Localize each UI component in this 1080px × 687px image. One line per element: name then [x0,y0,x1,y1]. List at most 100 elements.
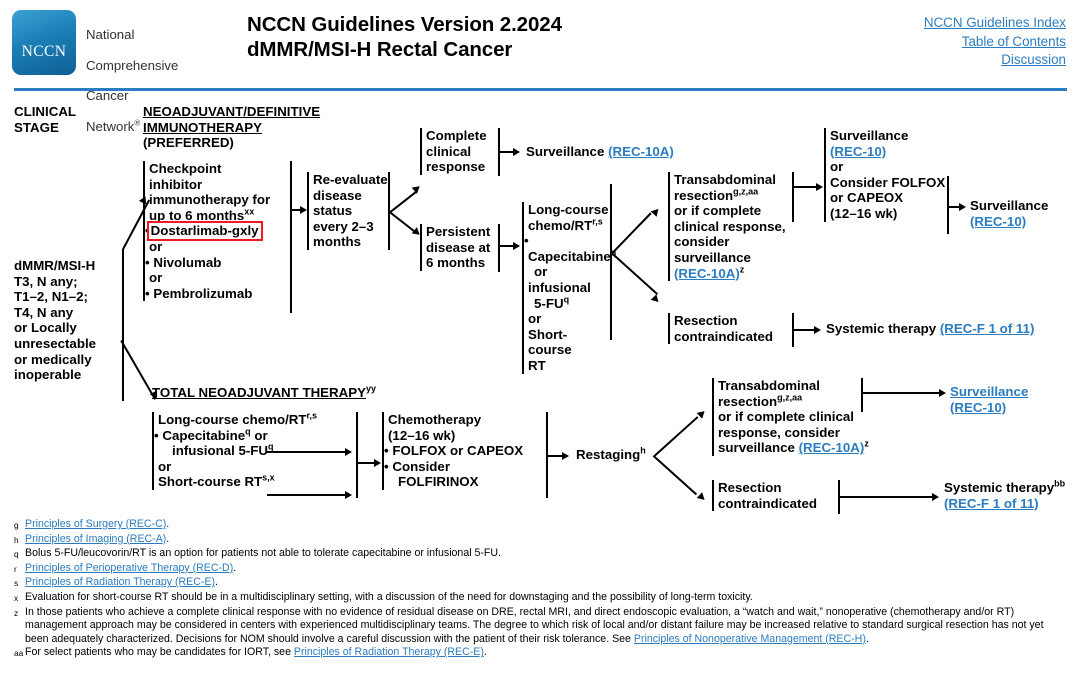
longcourse-line-3: Short-course [528,326,572,358]
lc-branch-down [610,252,659,295]
link-surveillance-tnt-label[interactable]: Surveillance [950,384,1028,399]
drug-nivolumab: Nivolumab [153,254,222,270]
conn-tnt-lc-a-arrow [345,448,352,456]
footnote-span: . [166,532,170,545]
chemo-folfirinox: FOLFIRINOX [398,474,479,490]
checkpoint-right-bar [290,161,292,313]
footnote-link[interactable]: Principles of Radiation Therapy (REC-E) [294,646,484,658]
footnote-link[interactable]: Principles of Nonoperative Management (R… [634,633,866,645]
link-rec-10-tnt[interactable]: (REC-10) [950,400,1006,415]
footnote-link[interactable]: Principles of Surgery (REC-C) [25,518,166,530]
persistent-right-bar [498,224,500,272]
or-1: or [149,238,163,254]
chemo-line-1: Chemotherapy [388,412,482,427]
link-rec-10-folfox[interactable]: (REC-10) [830,144,886,159]
transab-line-2: resection [674,187,734,203]
link-rec-f-1of11-tnt[interactable]: (REC-F 1 of 11) [944,496,1039,511]
link-table-of-contents[interactable]: Table of Contents [924,33,1066,52]
highlight-dostarlimab[interactable]: Dostarlimab-gxly [146,221,263,241]
tnt-transab-line-5: surveillance [718,440,795,456]
node-surveillance-final: Surveillance (REC-10) [970,198,1048,229]
tnt-lc-or: or [158,458,172,474]
footnote-text: Evaluation for short-course RT should be… [25,591,1070,605]
surv-folfox-line-2: Consider FOLFOX [830,174,946,190]
tnt-transab-link-footnote-z: z [864,438,869,449]
longcourse-footnote-rs: r,s [592,216,603,227]
footnote-z: z In those patients who achieve a complet… [14,606,1070,647]
transab-line-6: surveillance [674,249,751,265]
registered-mark: ® [134,118,141,128]
link-rec-10a-transab[interactable]: (REC-10A) [674,266,740,281]
footnote-h: h Principles of Imaging (REC-A). [14,533,1070,548]
conn-folfox-surveillance [949,206,959,208]
longcourse-infusional: or infusional [528,264,591,295]
conn-tnt-lc-b [267,494,345,496]
lc-branch-down-arrow [650,294,662,305]
conn-chemo-restaging-arrow [562,452,569,460]
footnote-span: For select patients who may be candidate… [25,646,294,659]
tnt-lc-sc-footnote-sx: s,x [262,472,275,483]
transab-right-bar [792,172,794,222]
guideline-page: NCCN National Comprehensive Cancer Netwo… [0,0,1080,687]
drug-pembrolizumab: Pembrolizumab [153,285,253,301]
link-guidelines-index[interactable]: NCCN Guidelines Index [924,14,1066,33]
link-rec-10a-top[interactable]: (REC-10A) [608,144,674,159]
restaging-footnote-h: h [640,445,646,456]
org-line-4: Network [86,119,135,135]
or-2: or [149,270,163,286]
longcourse-capecitabine: Capecitabine [528,248,611,264]
tnt-lc-cap-tail: or [250,427,268,443]
tnt-lc-line-1: Long-course chemo/RT [158,412,307,427]
title-line-2: dMMR/MSI-H Rectal Cancer [247,38,513,61]
footnote-text: Principles of Perioperative Therapy (REC… [25,562,1070,576]
conn-tnt-resection-systemic-arrow [932,493,939,501]
longcourse-5fu: 5-FU [534,295,564,311]
drug-dostarlimab: Dostarlimab-gxly [150,223,259,239]
footnote-marker: s [14,578,19,589]
surv-folfox-line-1: Surveillance [830,128,909,143]
node-reevaluate-disease: Re-evaluate disease status every 2–3 mon… [307,172,388,250]
conn-resection-systemic-arrow [814,326,821,334]
longcourse-line-4: RT [528,357,546,373]
conn-transab-folfox-arrow [816,183,823,191]
tnt-header-label: TOTAL NEOADJUVANT THERAPY [152,385,366,400]
footnote-span: . [233,561,237,574]
conn-tnt-resection-systemic [840,496,932,498]
neoadjuvant-header-line-2: IMMUNOTHERAPY [143,119,262,135]
systemic-top-label: Systemic therapy [826,321,937,336]
footnote-text: Principles of Radiation Therapy (REC-E). [25,576,1070,590]
conn-ccr-surveillance-arrow [513,148,520,156]
footnote-link[interactable]: Principles of Radiation Therapy (REC-E) [25,576,215,588]
tnt-lc-right-bar [356,412,358,498]
page-title: NCCN Guidelines Version 2.2024 dMMR/MSI-… [247,12,562,62]
footnote-text: Principles of Imaging (REC-A). [25,533,1070,547]
footnote-marker: r [14,563,17,574]
footnote-link[interactable]: Principles of Perioperative Therapy (REC… [25,562,233,574]
tnt-lc-shortcourse: Short-course RT [158,474,263,490]
link-discussion[interactable]: Discussion [924,51,1066,70]
node-resection-contraindicated-upper: Resection contraindicated [668,313,792,345]
link-rec-10a-tnt[interactable]: (REC-10A) [799,440,865,455]
tnt-systemic-label: Systemic therapy [944,480,1055,495]
restaging-branch-up [654,416,699,457]
footnote-text: In those patients who achieve a complete… [25,606,1070,647]
longcourse-or: or [528,311,542,327]
conn-persistent-longcourse-arrow [513,242,520,250]
tnt-transab-footnote-gzaa: g,z,aa [777,392,803,403]
footnote-text: Principles of Surgery (REC-C). [25,518,1070,532]
footnote-x: x Evaluation for short-course RT should b… [14,591,1070,606]
tnt-transab-line-2: resection [718,393,778,409]
footnote-link[interactable]: Principles of Imaging (REC-A) [25,533,166,545]
conn-checkpoint-reeval-arrow [300,206,307,214]
tnt-transab-right-bar [861,378,863,412]
footnote-span: Bolus 5-FU/leucovorin/RT is an option fo… [25,547,501,560]
restaging-branch-down [652,455,698,496]
tnt-header-footnote-yy: yy [366,383,377,394]
link-rec-10-final[interactable]: (REC-10) [970,214,1026,229]
conn-tnt-lc-a [266,451,345,453]
surv-folfox-or: or [830,159,844,175]
link-rec-f-1of11-upper[interactable]: (REC-F 1 of 11) [940,321,1035,336]
tnt-systemic-footnote-bb: bb [1054,478,1066,489]
chemo-consider: Consider [392,458,450,474]
page-header: NCCN National Comprehensive Cancer Netwo… [0,0,1080,134]
